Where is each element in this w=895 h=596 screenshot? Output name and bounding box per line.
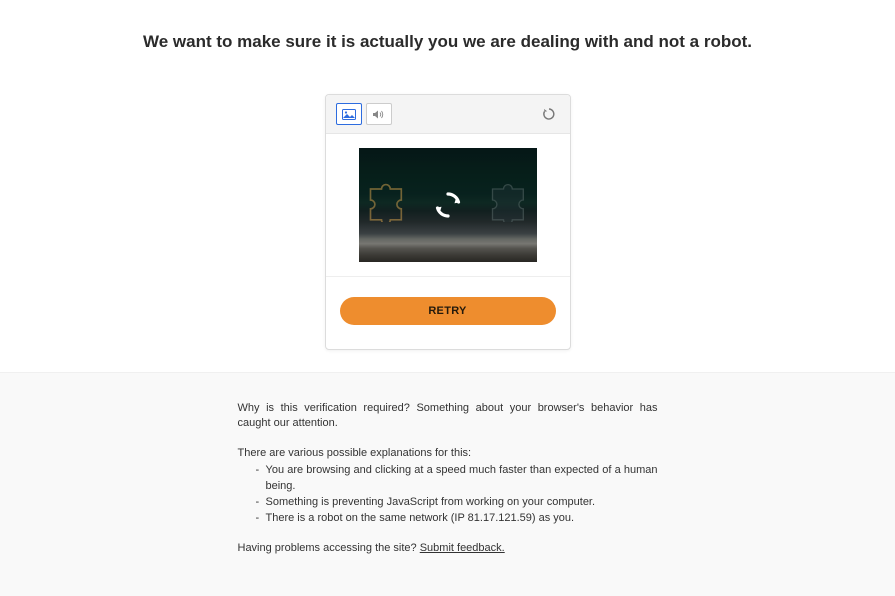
captcha-card: RETRY <box>325 94 571 350</box>
puzzle-slot-icon <box>365 178 409 222</box>
list-item: You are browsing and clicking at a speed… <box>256 463 658 494</box>
list-item: Something is preventing JavaScript from … <box>256 495 658 510</box>
refresh-icon <box>542 107 556 121</box>
why-required-text: Why is this verification required? Somet… <box>238 401 658 432</box>
problems-text: Having problems accessing the site? <box>238 542 420 554</box>
image-mode-button[interactable] <box>336 103 362 125</box>
image-icon <box>342 109 356 120</box>
puzzle-piece-icon <box>487 178 531 222</box>
page-heading: We want to make sure it is actually you … <box>0 0 895 94</box>
challenge-area <box>326 134 570 276</box>
speaker-icon <box>372 109 385 120</box>
loading-spinner-icon <box>432 189 464 221</box>
feedback-line: Having problems accessing the site? Subm… <box>238 541 658 556</box>
refresh-button[interactable] <box>538 103 560 125</box>
captcha-toolbar <box>326 95 570 134</box>
audio-mode-button[interactable] <box>366 103 392 125</box>
info-section: Why is this verification required? Somet… <box>0 372 895 596</box>
retry-area: RETRY <box>326 277 570 349</box>
list-item: There is a robot on the same network (IP… <box>256 511 658 526</box>
submit-feedback-link[interactable]: Submit feedback. <box>420 542 505 554</box>
explanations-intro: There are various possible explanations … <box>238 446 658 461</box>
retry-button[interactable]: RETRY <box>340 297 556 325</box>
reasons-list: You are browsing and clicking at a speed… <box>256 463 658 527</box>
challenge-image[interactable] <box>359 148 537 262</box>
